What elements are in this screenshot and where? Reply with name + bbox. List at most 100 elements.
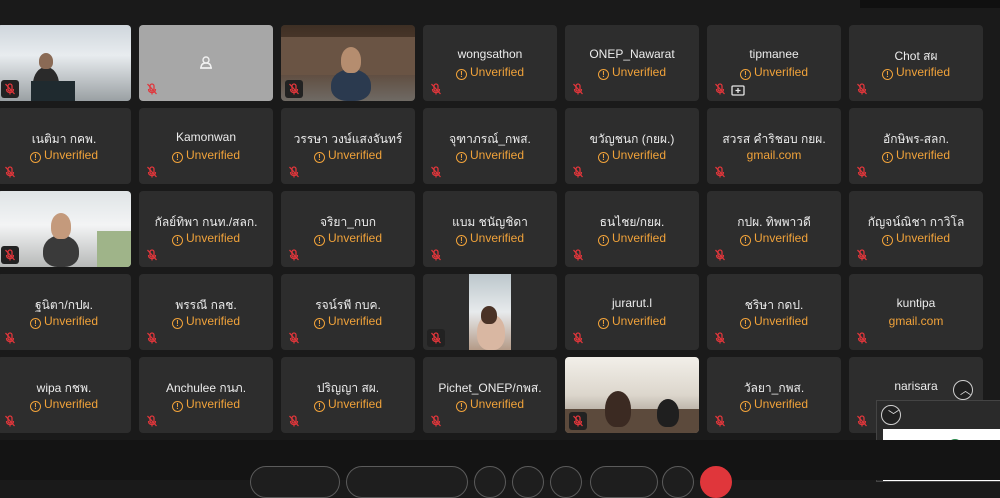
leave-button[interactable] xyxy=(700,466,732,498)
share-button[interactable] xyxy=(474,466,506,498)
status-text: Unverified xyxy=(611,65,667,79)
warning-circle-icon: ! xyxy=(313,235,325,246)
status-text: Unverified xyxy=(469,397,525,411)
participant-tile[interactable]: Kamonwan ! Unverified xyxy=(139,108,273,184)
participant-tile[interactable]: wipa กชพ.! Unverified xyxy=(0,357,131,433)
verification-status: ! Unverified xyxy=(281,148,415,163)
mic-muted-icon xyxy=(571,248,585,262)
participant-tile[interactable] xyxy=(0,25,131,101)
participant-tile[interactable]: Chot สผ! Unverified xyxy=(849,25,983,101)
participant-tile[interactable]: จริยา_กบก! Unverified xyxy=(281,191,415,267)
participant-tile[interactable]: wongsathon ! Unverified xyxy=(423,25,557,101)
participant-tile[interactable]: ขวัญชนก (กยผ.)! Unverified xyxy=(565,108,699,184)
warning-circle-icon: ! xyxy=(313,401,325,412)
participant-tile[interactable]: tipmanee! Unverified xyxy=(707,25,841,101)
participant-email: gmail.com xyxy=(707,148,841,162)
participant-tile[interactable]: ONEP_Nawarat! Unverified xyxy=(565,25,699,101)
verification-status: ! Unverified xyxy=(423,397,557,412)
participant-tile[interactable]: Anchulee กนภ.! Unverified xyxy=(139,357,273,433)
participant-tile[interactable]: วัลยา_กพส.! Unverified xyxy=(707,357,841,433)
scroll-up-button[interactable]: ︿ xyxy=(953,380,973,400)
participant-tile[interactable]: ชริษา กดป.! Unverified xyxy=(707,274,841,350)
participant-name: Kamonwan xyxy=(175,130,237,144)
mic-muted-icon xyxy=(855,414,869,428)
mic-muted-icon xyxy=(287,414,301,428)
verification-status: ! Unverified xyxy=(281,314,415,329)
warning-circle-icon: ! xyxy=(171,235,183,246)
collapse-preview-button[interactable]: ﹀ xyxy=(881,405,901,425)
participant-tile[interactable] xyxy=(423,274,557,350)
status-text: Unverified xyxy=(753,231,809,245)
participant-tile[interactable]: กปผ. ทิพพาวดี! Unverified xyxy=(707,191,841,267)
participant-tile[interactable]: jurarut.l ! Unverified xyxy=(565,274,699,350)
verification-status: ! Unverified xyxy=(281,231,415,246)
warning-circle-icon: ! xyxy=(29,318,41,329)
participant-tile[interactable]: จุฑาภรณ์_กพส.! Unverified xyxy=(423,108,557,184)
warning-circle-icon: ! xyxy=(29,401,41,412)
participant-tile[interactable]: Pichet_ONEP/กพส.! Unverified xyxy=(423,357,557,433)
participant-tile[interactable]: รจน์รพี กบค.! Unverified xyxy=(281,274,415,350)
record-button[interactable] xyxy=(512,466,544,498)
mic-muted-icon xyxy=(3,414,17,428)
start-video-button[interactable] xyxy=(346,466,468,498)
warning-circle-icon: ! xyxy=(597,235,609,246)
participant-tile[interactable]: แบม ชนัญชิดา! Unverified xyxy=(423,191,557,267)
warning-circle-icon: ! xyxy=(881,69,893,80)
participant-tile[interactable] xyxy=(139,25,273,101)
participant-tile[interactable]: สวรส คำริชอบ กยผ. gmail.com xyxy=(707,108,841,184)
reactions-button[interactable] xyxy=(550,466,582,498)
participant-name: Chot สผ xyxy=(894,49,938,63)
mic-muted-icon xyxy=(569,412,587,430)
verification-status: ! Unverified xyxy=(707,397,841,412)
participant-name: jurarut.l xyxy=(611,296,652,310)
mic-muted-icon xyxy=(713,165,727,179)
participant-tile[interactable]: เนติมา กคพ.! Unverified xyxy=(0,108,131,184)
participant-tile[interactable]: kuntipa gmail.com xyxy=(849,274,983,350)
participant-tile[interactable]: ฐนิตา/กปผ.! Unverified xyxy=(0,274,131,350)
verification-status: ! Unverified xyxy=(849,231,983,246)
mic-muted-icon xyxy=(571,82,585,96)
warning-circle-icon: ! xyxy=(455,401,467,412)
participant-tile[interactable]: วรรษา วงษ์แสงจันทร์! Unverified xyxy=(281,108,415,184)
participant-name: ฐนิตา/กปผ. xyxy=(35,298,93,312)
mic-muted-icon xyxy=(145,82,159,96)
mic-muted-icon xyxy=(713,248,727,262)
status-text: gmail.com xyxy=(888,314,944,328)
participant-tile[interactable] xyxy=(0,191,131,267)
apps-button[interactable] xyxy=(590,466,658,498)
verification-status: ! Unverified xyxy=(423,65,557,80)
warning-circle-icon: ! xyxy=(597,318,609,329)
participant-tile[interactable]: พรรณี กลช.! Unverified xyxy=(139,274,273,350)
participant-email: gmail.com xyxy=(849,314,983,328)
mic-muted-icon xyxy=(145,331,159,345)
mic-muted-icon xyxy=(285,80,303,98)
verification-status: ! Unverified xyxy=(707,65,841,80)
screen-share-icon xyxy=(731,84,745,96)
status-text: Unverified xyxy=(895,148,951,162)
participant-tile[interactable]: กัลย์ทิพา กนท./สลก.! Unverified xyxy=(139,191,273,267)
mic-muted-icon xyxy=(287,165,301,179)
participant-tile[interactable]: ธนไชย/กยผ.! Unverified xyxy=(565,191,699,267)
warning-circle-icon: ! xyxy=(597,69,609,80)
verification-status: ! Unverified xyxy=(565,314,699,329)
verification-status: ! Unverified xyxy=(423,148,557,163)
warning-circle-icon: ! xyxy=(313,152,325,163)
warning-circle-icon: ! xyxy=(171,401,183,412)
status-text: Unverified xyxy=(611,231,667,245)
participant-name: wongsathon xyxy=(457,47,523,61)
participant-tile[interactable]: อักษิพร-สลก.! Unverified xyxy=(849,108,983,184)
participant-tile[interactable]: กัญจน์ณิชา กาวิโล! Unverified xyxy=(849,191,983,267)
verification-status: ! Unverified xyxy=(565,65,699,80)
verification-status: ! Unverified xyxy=(139,148,273,163)
participant-tile[interactable] xyxy=(565,357,699,433)
status-text: Unverified xyxy=(43,314,99,328)
mic-muted-icon xyxy=(713,414,727,428)
mute-button[interactable] xyxy=(250,466,340,498)
participant-tile[interactable] xyxy=(281,25,415,101)
verification-status: ! Unverified xyxy=(707,314,841,329)
warning-circle-icon: ! xyxy=(29,152,41,163)
meeting-toolbar xyxy=(0,440,1000,498)
participant-tile[interactable]: ปริญญา สผ.! Unverified xyxy=(281,357,415,433)
warning-circle-icon: ! xyxy=(455,69,467,80)
more-button[interactable] xyxy=(662,466,694,498)
